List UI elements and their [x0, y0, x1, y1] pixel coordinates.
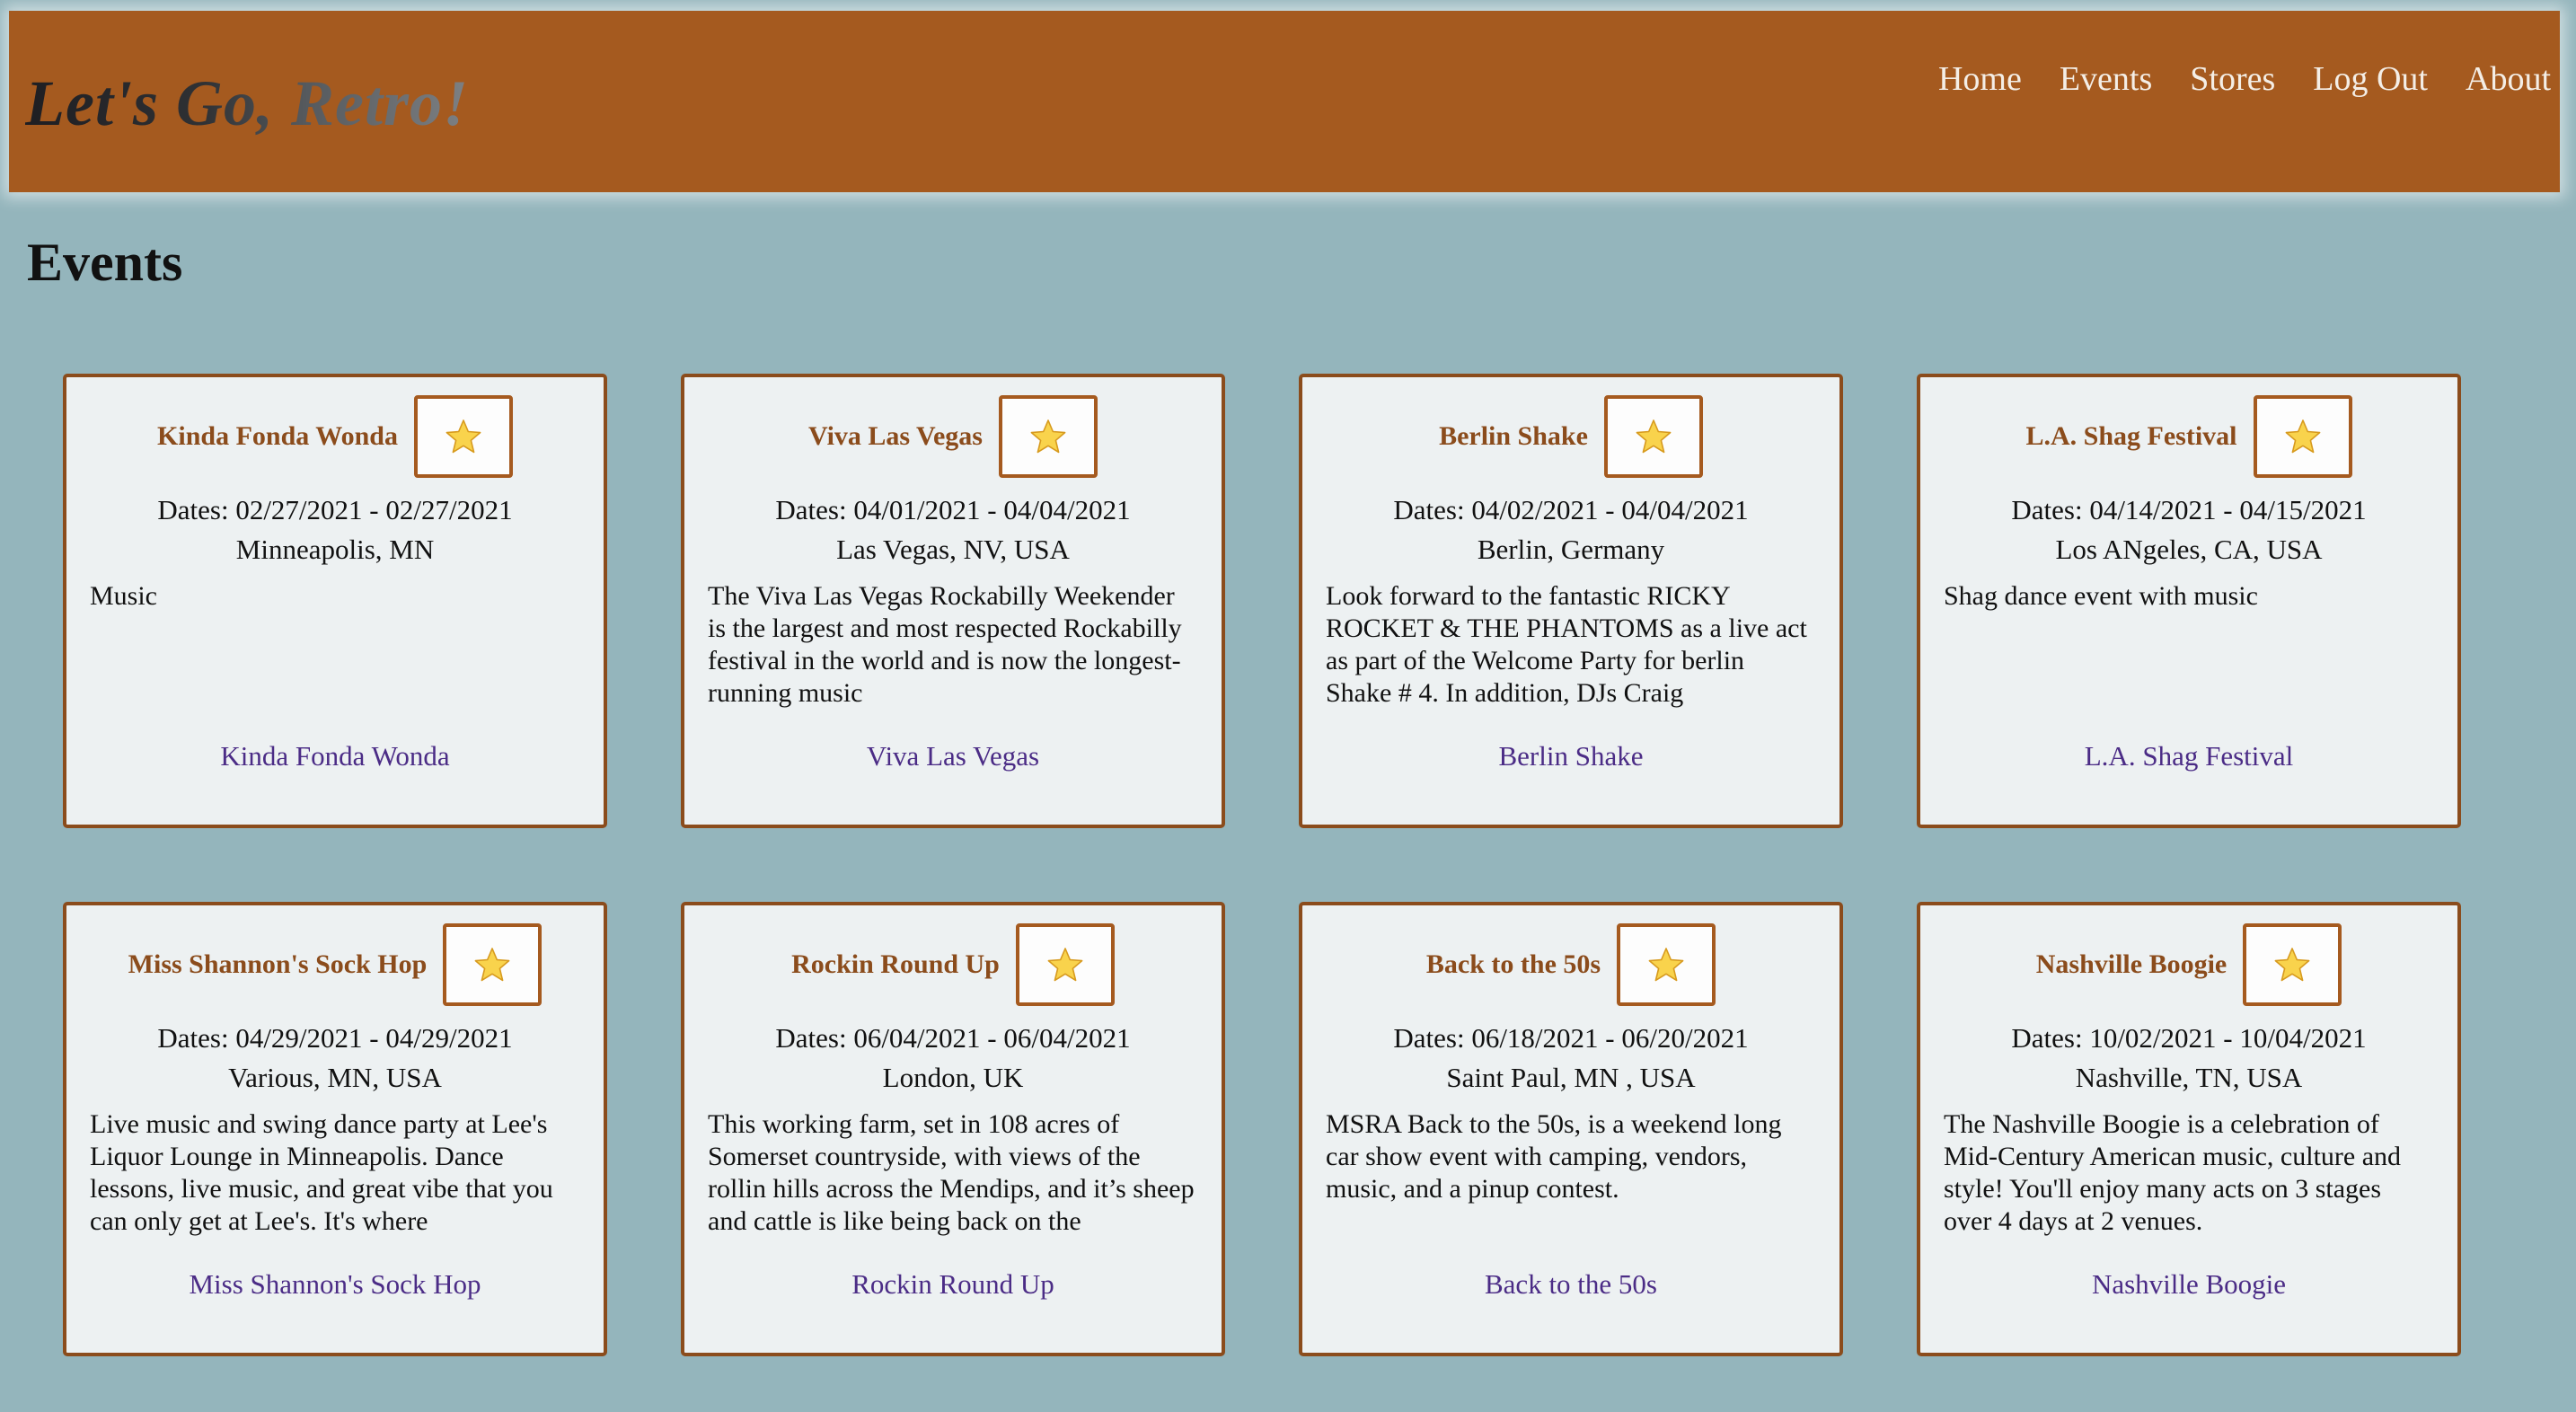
event-dates: Dates: 04/01/2021 - 04/04/2021 [775, 494, 1131, 525]
event-link[interactable]: Viva Las Vegas [684, 740, 1222, 772]
event-card-header: Berlin Shake [1326, 395, 1816, 478]
event-dates: Dates: 06/18/2021 - 06/20/2021 [1393, 1022, 1749, 1054]
nav-home[interactable]: Home [1938, 59, 2022, 99]
event-location: Berlin, Germany [1477, 534, 1665, 565]
event-card-header: Kinda Fonda Wonda [90, 395, 580, 478]
site-header: Let's Go, Retro! Home Events Stores Log … [9, 11, 2560, 192]
event-link[interactable]: Rockin Round Up [684, 1268, 1222, 1301]
event-description: Shag dance event with music [1944, 581, 2258, 611]
event-description: The Viva Las Vegas Rockabilly Weekender … [708, 581, 1182, 708]
page-title: Events [27, 233, 183, 292]
nav-about[interactable]: About [2466, 59, 2551, 99]
event-card: L.A. Shag Festival Dates: 04/14/2021 - 0… [1917, 374, 2461, 828]
event-link[interactable]: Back to the 50s [1302, 1268, 1839, 1301]
event-description: Look forward to the fantastic RICKY ROCK… [1326, 581, 1807, 708]
event-location: London, UK [882, 1062, 1024, 1093]
event-dates: Dates: 04/14/2021 - 04/15/2021 [2011, 494, 2367, 525]
event-location: Saint Paul, MN , USA [1446, 1062, 1696, 1093]
star-icon [2274, 948, 2310, 982]
favorite-button[interactable] [2253, 395, 2352, 478]
event-location: Nashville, TN, USA [2075, 1062, 2303, 1093]
event-card: Miss Shannon's Sock Hop Dates: 04/29/202… [63, 902, 607, 1356]
event-link[interactable]: Miss Shannon's Sock Hop [66, 1268, 604, 1301]
event-location: Los ANgeles, CA, USA [2055, 534, 2323, 565]
event-location: Minneapolis, MN [235, 534, 435, 565]
event-location: Las Vegas, NV, USA [836, 534, 1070, 565]
event-description: This working farm, set in 108 acres of S… [708, 1109, 1195, 1236]
nav-log-out[interactable]: Log Out [2313, 59, 2428, 99]
main-nav: Home Events Stores Log Out About [1938, 59, 2551, 99]
event-card: Nashville Boogie Dates: 10/02/2021 - 10/… [1917, 902, 2461, 1356]
event-title: Viva Las Vegas [808, 421, 983, 451]
event-title: Nashville Boogie [2035, 949, 2228, 979]
event-title: L.A. Shag Festival [2025, 421, 2237, 451]
favorite-button[interactable] [998, 395, 1098, 478]
favorite-button[interactable] [443, 923, 543, 1006]
star-icon [1030, 419, 1066, 454]
star-icon [446, 419, 481, 454]
nav-events[interactable]: Events [2060, 59, 2152, 99]
event-card-header: Nashville Boogie [1944, 923, 2434, 1006]
site-logo[interactable]: Let's Go, Retro! [25, 66, 469, 141]
event-card: Back to the 50s Dates: 06/18/2021 - 06/2… [1299, 902, 1843, 1356]
favorite-button[interactable] [2243, 923, 2342, 1006]
event-title: Back to the 50s [1425, 949, 1601, 979]
event-link[interactable]: L.A. Shag Festival [1920, 740, 2457, 772]
favorite-button[interactable] [1603, 395, 1703, 478]
event-dates: Dates: 04/02/2021 - 04/04/2021 [1393, 494, 1749, 525]
event-card: Berlin Shake Dates: 04/02/2021 - 04/04/2… [1299, 374, 1843, 828]
event-description: Music [90, 581, 157, 611]
event-title: Miss Shannon's Sock Hop [128, 949, 428, 979]
event-dates: Dates: 10/02/2021 - 10/04/2021 [2011, 1022, 2367, 1054]
event-dates: Dates: 02/27/2021 - 02/27/2021 [157, 494, 513, 525]
event-dates: Dates: 04/29/2021 - 04/29/2021 [157, 1022, 513, 1054]
event-link[interactable]: Nashville Boogie [1920, 1268, 2457, 1301]
star-icon [474, 948, 510, 982]
event-description: Live music and swing dance party at Lee'… [90, 1109, 553, 1236]
event-card: Rockin Round Up Dates: 06/04/2021 - 06/0… [681, 902, 1225, 1356]
event-location: Various, MN, USA [228, 1062, 442, 1093]
favorite-button[interactable] [1015, 923, 1115, 1006]
star-icon [1636, 419, 1672, 454]
event-card-header: Miss Shannon's Sock Hop [90, 923, 580, 1006]
event-card: Viva Las Vegas Dates: 04/01/2021 - 04/04… [681, 374, 1225, 828]
event-card-grid: Kinda Fonda Wonda Dates: 02/27/2021 - 02… [63, 374, 2461, 1356]
event-card: Kinda Fonda Wonda Dates: 02/27/2021 - 02… [63, 374, 607, 828]
event-link[interactable]: Berlin Shake [1302, 740, 1839, 772]
event-card-header: L.A. Shag Festival [1944, 395, 2434, 478]
event-card-header: Viva Las Vegas [708, 395, 1198, 478]
star-icon [1047, 948, 1083, 982]
star-icon [1648, 948, 1684, 982]
event-description: MSRA Back to the 50s, is a weekend long … [1326, 1109, 1782, 1204]
nav-stores[interactable]: Stores [2190, 59, 2275, 99]
event-dates: Dates: 06/04/2021 - 06/04/2021 [775, 1022, 1131, 1054]
event-link[interactable]: Kinda Fonda Wonda [66, 740, 604, 772]
event-title: Rockin Round Up [791, 949, 1000, 979]
star-icon [2285, 419, 2320, 454]
event-card-header: Rockin Round Up [708, 923, 1198, 1006]
event-card-header: Back to the 50s [1326, 923, 1816, 1006]
favorite-button[interactable] [413, 395, 513, 478]
favorite-button[interactable] [1617, 923, 1716, 1006]
event-title: Kinda Fonda Wonda [157, 421, 398, 451]
event-description: The Nashville Boogie is a celebration of… [1944, 1109, 2402, 1236]
event-title: Berlin Shake [1439, 421, 1588, 451]
